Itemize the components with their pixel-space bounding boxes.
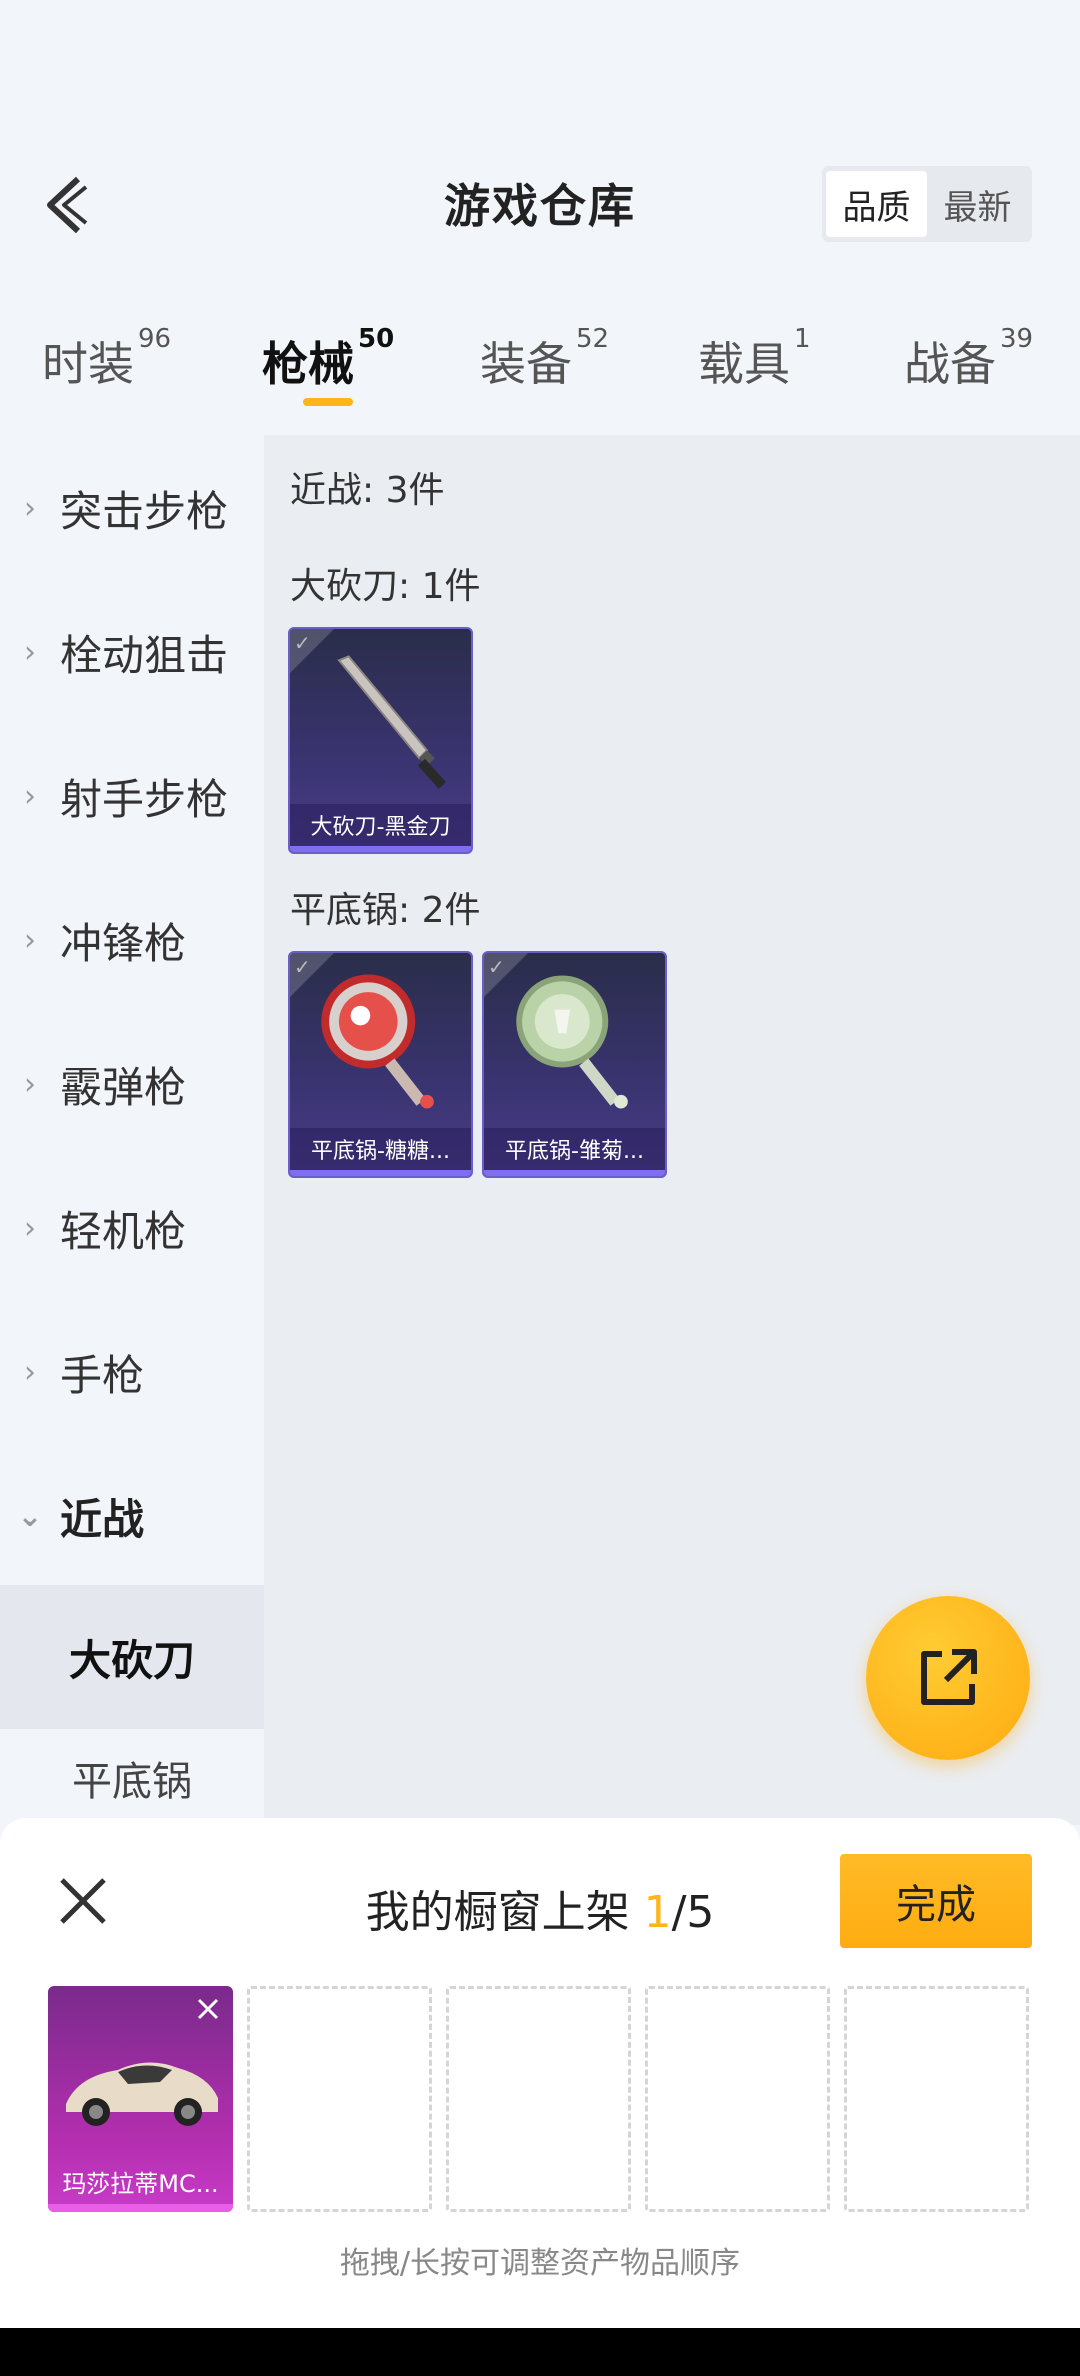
tab-label: 枪械 xyxy=(262,337,354,391)
sidebar-item-label: 近战 xyxy=(60,1494,145,1544)
sidebar-subitem-machete[interactable]: 大砍刀 xyxy=(0,1585,264,1729)
showcase-slot-empty[interactable] xyxy=(645,1986,830,2212)
sidebar-item-melee[interactable]: ⌄ 近战 xyxy=(0,1466,264,1566)
sidebar-item-label: 栓动狙击 xyxy=(60,630,229,680)
sidebar-item-label: 手枪 xyxy=(60,1350,145,1400)
category-tabs: 时装 96 枪械 50 装备 52 载具 1 战备 39 xyxy=(0,320,1080,420)
sidebar-item-label: 射手步枪 xyxy=(60,774,229,824)
external-link-icon xyxy=(921,1649,977,1705)
sidebar-item-marksman-rifle[interactable]: › 射手步枪 xyxy=(0,746,264,846)
rarity-bar xyxy=(290,846,471,852)
chevron-right-icon: › xyxy=(24,922,36,958)
slot-item-label: 玛莎拉蒂MC... xyxy=(62,2169,219,2198)
system-nav-bar xyxy=(0,2328,1080,2376)
frying-pan-icon xyxy=(321,974,434,1109)
showcase-slot-empty[interactable] xyxy=(446,1986,631,2212)
sidebar-item-smg[interactable]: › 冲锋枪 xyxy=(0,890,264,990)
item-card[interactable]: ✓ 大砍刀-黑金刀 xyxy=(288,627,473,854)
done-button[interactable]: 完成 xyxy=(840,1854,1032,1948)
rarity-bar xyxy=(290,1170,471,1176)
chevron-right-icon: › xyxy=(24,634,36,670)
tab-count: 52 xyxy=(576,324,610,354)
tab-label: 时装 xyxy=(42,337,134,391)
rarity-bar xyxy=(484,1170,665,1176)
item-label: 平底锅-雏菊... xyxy=(484,1128,665,1170)
sidebar-item-shotgun[interactable]: › 霰弹枪 xyxy=(0,1034,264,1134)
tab-count: 50 xyxy=(358,324,395,354)
showcase-slot-empty[interactable] xyxy=(247,1986,432,2212)
tab-count: 39 xyxy=(1000,324,1034,354)
weapon-category-sidebar: › 突击步枪 › 栓动狙击 › 射手步枪 › 冲锋枪 › 霰弹枪 › 轻机枪 › 手枪 ⌄ 近战… xyxy=(0,435,264,1825)
showcase-slot-empty[interactable] xyxy=(844,1986,1029,2212)
item-card[interactable]: ✓ 平底锅-雏菊... xyxy=(482,951,667,1178)
sidebar-item-label: 霰弹枪 xyxy=(60,1062,187,1112)
item-label: 平底锅-糖糖... xyxy=(290,1128,471,1170)
machete-icon xyxy=(337,655,446,789)
sidebar-subitem-frying-pan[interactable]: 平底锅 xyxy=(0,1729,264,1825)
chevron-right-icon: › xyxy=(24,1210,36,1246)
tab-equipment[interactable]: 装备 52 xyxy=(480,324,609,394)
chevron-right-icon: › xyxy=(24,1354,36,1390)
sidebar-item-bolt-sniper[interactable]: › 栓动狙击 xyxy=(0,602,264,702)
tab-label: 载具 xyxy=(698,337,790,391)
group-label-machete: 大砍刀: 1件 xyxy=(290,566,481,607)
chevron-right-icon: › xyxy=(24,1066,36,1102)
sidebar-item-lmg[interactable]: › 轻机枪 xyxy=(0,1178,264,1278)
chevron-right-icon: › xyxy=(24,490,36,526)
showcase-slot-filled[interactable]: 玛莎拉蒂MC... xyxy=(48,1986,233,2212)
tab-count: 1 xyxy=(794,324,811,354)
tab-count: 96 xyxy=(138,324,172,354)
tab-combat-supplies[interactable]: 战备 39 xyxy=(904,324,1033,394)
frying-pan-icon xyxy=(516,975,628,1109)
active-tab-indicator xyxy=(303,398,353,406)
sidebar-item-label: 突击步枪 xyxy=(60,486,229,536)
showcase-filled-count: 1 xyxy=(643,1887,672,1938)
share-button[interactable] xyxy=(866,1596,1030,1760)
reorder-hint: 拖拽/长按可调整资产物品顺序 xyxy=(339,2246,741,2281)
sidebar-item-label: 冲锋枪 xyxy=(60,918,187,968)
tab-label: 战备 xyxy=(904,337,996,391)
sidebar-item-label: 轻机枪 xyxy=(60,1206,187,1256)
tab-firearms[interactable]: 枪械 50 xyxy=(262,324,394,394)
rarity-bar xyxy=(48,2204,233,2212)
tab-label: 装备 xyxy=(480,337,572,391)
item-card[interactable]: ✓ 平底锅-糖糖... xyxy=(288,951,473,1178)
remove-icon[interactable] xyxy=(191,1992,225,2026)
sidebar-item-pistol[interactable]: › 手枪 xyxy=(0,1322,264,1422)
sports-car-icon xyxy=(66,2062,218,2126)
chevron-right-icon: › xyxy=(24,778,36,814)
sidebar-item-assault-rifle[interactable]: › 突击步枪 xyxy=(0,458,264,558)
sort-quality-option[interactable]: 品质 xyxy=(826,171,927,237)
category-count-label: 近战: 3件 xyxy=(290,470,445,511)
header: 游戏仓库 品质 最新 xyxy=(0,160,1080,250)
sort-newest-option[interactable]: 最新 xyxy=(927,171,1028,237)
item-label: 大砍刀-黑金刀 xyxy=(290,804,471,846)
sort-toggle: 品质 最新 xyxy=(822,166,1032,242)
showcase-sheet: 我的橱窗上架 1/5 完成 玛莎拉蒂MC... 拖拽/长按可调整资产物品顺序 xyxy=(0,1818,1080,2328)
tab-vehicles[interactable]: 载具 1 xyxy=(698,324,811,394)
group-label-frying-pan: 平底锅: 2件 xyxy=(290,890,481,931)
chevron-down-icon: ⌄ xyxy=(17,1498,43,1534)
tab-fashion[interactable]: 时装 96 xyxy=(42,324,171,394)
showcase-title-text: 我的橱窗上架 xyxy=(365,1887,644,1938)
showcase-total-count: /5 xyxy=(671,1887,715,1938)
